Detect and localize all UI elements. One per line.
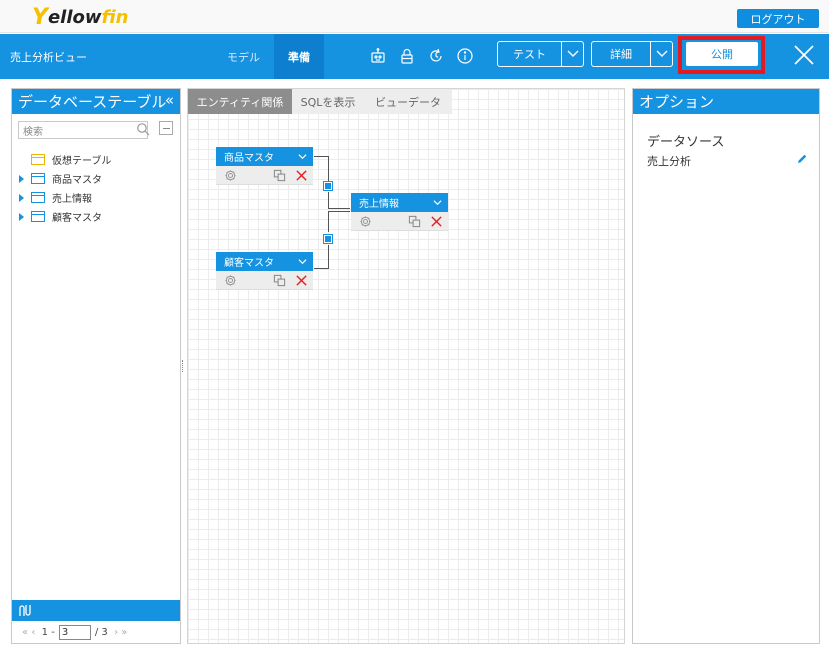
duplicate-icon[interactable] bbox=[408, 215, 421, 228]
entity-name: 商品マスタ bbox=[224, 153, 274, 164]
join-line bbox=[328, 192, 329, 208]
join-line bbox=[328, 156, 329, 181]
chevron-down-icon[interactable] bbox=[298, 152, 307, 161]
chevron-down-icon[interactable] bbox=[433, 198, 442, 207]
tree-item-sales-info[interactable]: 売上情報 bbox=[18, 188, 111, 207]
tree-item-label: 売上情報 bbox=[52, 194, 92, 205]
detail-dropdown-chevron-icon[interactable] bbox=[650, 42, 672, 66]
table-icon bbox=[31, 173, 45, 184]
options-panel: オプション データソース 売上分析 bbox=[632, 88, 820, 644]
pencil-edit-icon[interactable] bbox=[796, 153, 808, 165]
tree-item-label: 仮想テーブル bbox=[52, 156, 112, 167]
join-link-icon[interactable] bbox=[323, 181, 333, 191]
tree-item-virtual-table[interactable]: 仮想テーブル bbox=[18, 150, 111, 169]
next-page-icon[interactable]: › bbox=[114, 627, 118, 638]
gear-icon[interactable] bbox=[224, 169, 237, 182]
table-icon bbox=[31, 211, 45, 222]
join-line bbox=[328, 245, 329, 268]
page-range-start: 1 - bbox=[41, 626, 55, 638]
expand-caret-icon[interactable] bbox=[18, 212, 26, 221]
page-total: / 3 bbox=[94, 626, 108, 638]
join-link-icon[interactable] bbox=[323, 234, 333, 244]
auto-join-icon[interactable] bbox=[18, 604, 32, 620]
data-source-value: 売上分析 bbox=[647, 155, 691, 168]
expand-caret-icon[interactable] bbox=[18, 174, 26, 183]
panel-splitter-handle[interactable] bbox=[182, 360, 184, 372]
pagination: « ‹ 1 - 3 / 3 › » bbox=[12, 621, 180, 643]
data-source-label: データソース bbox=[647, 135, 725, 150]
top-bar: Yellow fin ログアウト bbox=[0, 0, 829, 33]
table-icon bbox=[31, 192, 45, 203]
collapse-all-icon[interactable] bbox=[159, 121, 173, 135]
join-line bbox=[328, 208, 350, 209]
entity-card-sales-info[interactable]: 売上情報 bbox=[351, 193, 448, 231]
entity-card-product-master[interactable]: 商品マスタ bbox=[216, 147, 313, 185]
canvas-tabs: エンティティ関係 SQLを表示 ビューデータ bbox=[188, 89, 452, 114]
expand-caret-icon[interactable] bbox=[18, 193, 26, 202]
lock-icon[interactable] bbox=[397, 46, 417, 66]
entity-header[interactable]: 顧客マスタ bbox=[216, 252, 313, 271]
virtual-table-icon bbox=[31, 154, 45, 165]
first-page-icon[interactable]: « bbox=[22, 627, 28, 638]
tab-view-data[interactable]: ビューデータ bbox=[364, 89, 452, 114]
prev-page-icon[interactable]: ‹ bbox=[31, 627, 35, 638]
tree-item-label: 顧客マスタ bbox=[52, 213, 102, 224]
search-icon[interactable] bbox=[136, 122, 150, 136]
detail-button[interactable]: 詳細 bbox=[592, 42, 650, 66]
tab-prepare[interactable]: 準備 bbox=[274, 34, 324, 79]
tree-item-product-master[interactable]: 商品マスタ bbox=[18, 169, 111, 188]
entity-toolbar bbox=[216, 271, 313, 290]
duplicate-icon[interactable] bbox=[273, 274, 286, 287]
yellowfin-logo: Yellow fin bbox=[32, 4, 129, 30]
entity-toolbar bbox=[216, 166, 313, 185]
duplicate-icon[interactable] bbox=[273, 169, 286, 182]
entity-name: 売上情報 bbox=[359, 199, 399, 210]
delete-icon[interactable] bbox=[295, 169, 308, 182]
table-search-input[interactable]: 検索 bbox=[18, 121, 148, 139]
tree-item-label: 商品マスタ bbox=[52, 175, 102, 186]
join-line bbox=[314, 268, 329, 269]
join-line bbox=[328, 211, 350, 212]
entity-canvas[interactable]: エンティティ関係 SQLを表示 ビューデータ 商品マスタ 売上情報 顧客マスタ bbox=[187, 88, 625, 644]
publish-highlight-frame bbox=[678, 36, 765, 74]
options-panel-title: オプション bbox=[633, 89, 819, 114]
info-icon[interactable] bbox=[455, 46, 475, 66]
entity-card-customer-master[interactable]: 顧客マスタ bbox=[216, 252, 313, 290]
test-dropdown-chevron-icon[interactable] bbox=[561, 42, 583, 66]
join-line bbox=[314, 156, 328, 157]
tree-item-customer-master[interactable]: 顧客マスタ bbox=[18, 207, 111, 226]
delete-icon[interactable] bbox=[295, 274, 308, 287]
chevron-down-icon[interactable] bbox=[298, 257, 307, 266]
left-panel-header: データベーステーブル « bbox=[12, 89, 180, 114]
entity-header[interactable]: 売上情報 bbox=[351, 193, 448, 212]
entity-name: 顧客マスタ bbox=[224, 258, 274, 269]
delete-icon[interactable] bbox=[430, 215, 443, 228]
join-line bbox=[328, 211, 329, 232]
test-button[interactable]: テスト bbox=[498, 42, 561, 66]
page-number-input[interactable]: 3 bbox=[58, 624, 91, 640]
entity-header[interactable]: 商品マスタ bbox=[216, 147, 313, 166]
test-button-group: テスト bbox=[497, 41, 584, 67]
table-tree: 仮想テーブル 商品マスタ 売上情報 顧客マスタ bbox=[18, 150, 111, 226]
database-tables-panel: データベーステーブル « 検索 仮想テーブル 商品マスタ 売上情報 顧客マスタ bbox=[11, 88, 181, 644]
tab-show-sql[interactable]: SQLを表示 bbox=[292, 89, 364, 114]
left-panel-footer: « ‹ 1 - 3 / 3 › » bbox=[12, 600, 180, 643]
entity-toolbar bbox=[351, 212, 448, 231]
last-page-icon[interactable]: » bbox=[121, 627, 127, 638]
view-title: 売上分析ビュー bbox=[10, 51, 87, 64]
tab-entity-relationship[interactable]: エンティティ関係 bbox=[188, 89, 292, 114]
left-panel-title: データベーステーブル bbox=[18, 93, 167, 111]
refresh-schedule-icon[interactable] bbox=[426, 46, 446, 66]
gear-icon[interactable] bbox=[224, 274, 237, 287]
collapse-panel-icon[interactable]: « bbox=[165, 91, 174, 109]
robot-icon[interactable] bbox=[368, 46, 388, 66]
footer-toolbar bbox=[12, 600, 180, 621]
close-icon[interactable] bbox=[792, 43, 816, 67]
gear-icon[interactable] bbox=[359, 215, 372, 228]
logout-button[interactable]: ログアウト bbox=[737, 9, 819, 28]
detail-button-group: 詳細 bbox=[591, 41, 673, 67]
tab-model[interactable]: モデル bbox=[213, 34, 274, 79]
